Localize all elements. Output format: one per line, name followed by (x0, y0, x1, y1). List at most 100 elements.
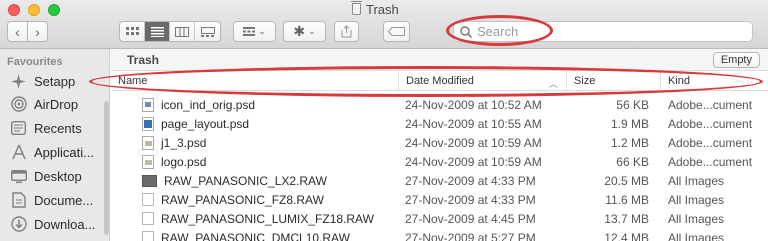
action-menu-button[interactable]: ✱ ⌄ (283, 21, 326, 42)
search-field[interactable] (453, 21, 753, 42)
raw-file-icon (142, 231, 154, 241)
folder-title: Trash (127, 53, 160, 67)
file-name: RAW_PANASONIC_LX2.RAW (164, 173, 327, 188)
file-rows: icon_ind_orig.psd 24-Nov-2009 at 10:52 A… (111, 95, 768, 241)
gear-icon: ✱ (293, 23, 306, 39)
sidebar-item-documents[interactable]: Docume... (10, 190, 108, 210)
minimize-window-button[interactable] (28, 4, 40, 16)
sidebar-item-recents[interactable]: Recents (10, 118, 108, 138)
column-header-label: Date Modified (406, 75, 474, 87)
column-view-icon (175, 26, 189, 37)
list-view-button[interactable] (145, 22, 170, 41)
column-header-size[interactable]: Size (566, 71, 660, 91)
setapp-icon (10, 73, 27, 90)
file-name-cell: RAW_PANASONIC_FZ8.RAW (142, 190, 397, 209)
sort-ascending-icon: ︿ (548, 79, 558, 89)
sidebar-item-setapp[interactable]: Setapp (10, 71, 108, 91)
raw-file-icon (142, 212, 154, 225)
file-size: 11.6 MB (605, 192, 649, 207)
trash-icon (351, 1, 362, 15)
search-icon (460, 25, 472, 38)
column-header-label: Size (574, 75, 596, 87)
column-header-kind[interactable]: Kind (660, 71, 768, 91)
file-row[interactable]: page_layout.psd 24-Nov-2009 at 10:55 AM … (111, 114, 768, 133)
file-name-cell: j1_3.psd (142, 133, 397, 152)
photoshop-file-icon (142, 154, 154, 169)
sidebar-item-label: Applicati... (34, 144, 94, 160)
file-name-cell: page_layout.psd (142, 114, 397, 133)
chevron-down-icon: ⌄ (258, 26, 266, 36)
file-name-cell: RAW_PANASONIC_LUMIX_FZ18.RAW (142, 209, 397, 228)
tag-icon (388, 27, 405, 36)
sidebar-item-applications[interactable]: Applicati... (10, 142, 108, 162)
list-view-icon (150, 26, 164, 37)
share-icon (341, 25, 352, 38)
raw-file-icon (142, 193, 154, 206)
file-list-pane: Trash Empty Name Date Modified ︿ Size Ki… (111, 49, 768, 241)
applications-icon (10, 144, 27, 161)
file-name: icon_ind_orig.psd (161, 97, 256, 112)
search-input[interactable] (477, 24, 717, 39)
file-size: 13.7 MB (604, 211, 649, 226)
column-header-date-modified[interactable]: Date Modified ︿ (398, 71, 566, 91)
tag-button[interactable] (383, 21, 410, 42)
file-kind: All Images (668, 192, 725, 207)
file-row[interactable]: j1_3.psd 24-Nov-2009 at 10:59 AM 1.2 MB … (111, 133, 768, 152)
file-name: j1_3.psd (161, 135, 207, 150)
column-header-row: Name Date Modified ︿ Size Kind (111, 71, 768, 91)
file-name-cell: icon_ind_orig.psd (142, 95, 397, 114)
photoshop-file-icon (142, 116, 154, 131)
documents-icon (10, 192, 27, 209)
desktop-icon (10, 168, 27, 185)
icon-view-button[interactable] (120, 22, 145, 41)
close-window-button[interactable] (8, 4, 20, 16)
sidebar-item-label: Downloa... (34, 216, 96, 232)
forward-button[interactable]: › (27, 21, 48, 42)
file-row[interactable]: RAW_PANASONIC_LX2.RAW 27-Nov-2009 at 4:3… (111, 171, 768, 190)
file-row[interactable]: RAW_PANASONIC_FZ8.RAW 27-Nov-2009 at 4:3… (111, 190, 768, 209)
file-row[interactable]: logo.psd 24-Nov-2009 at 10:59 AM 66 KB A… (111, 152, 768, 171)
column-view-button[interactable] (170, 22, 195, 41)
file-kind: All Images (668, 211, 725, 226)
sidebar-item-desktop[interactable]: Desktop (10, 166, 108, 186)
group-by-button[interactable]: ⌄ (233, 21, 276, 42)
file-name-cell: logo.psd (142, 152, 397, 171)
toolbar: Trash ‹ › ⌄ ✱ ⌄ Search (0, 0, 768, 49)
airdrop-icon (10, 96, 27, 113)
view-mode-switcher (119, 21, 221, 42)
file-kind: Adobe...cument (668, 116, 753, 131)
chevron-left-icon: ‹ (15, 23, 20, 40)
column-header-label: Name (118, 75, 148, 87)
sidebar: Favourites Setapp AirDrop Recents Applic… (0, 49, 110, 241)
file-size: 20.5 MB (604, 173, 649, 188)
file-size: 1.2 MB (610, 135, 649, 150)
file-kind: All Images (668, 173, 725, 188)
share-button[interactable] (334, 21, 359, 42)
file-name: RAW_PANASONIC_FZ8.RAW (161, 192, 324, 207)
sidebar-item-label: Setapp (34, 73, 76, 89)
group-by-icon (243, 27, 256, 36)
empty-trash-button[interactable]: Empty (712, 52, 760, 68)
file-row[interactable]: RAW_PANASONIC_DMCL10.RAW 27-Nov-2009 at … (111, 228, 768, 241)
file-name-cell: RAW_PANASONIC_LX2.RAW (142, 171, 397, 190)
chevron-right-icon: › (35, 23, 40, 40)
file-row[interactable]: RAW_PANASONIC_LUMIX_FZ18.RAW 27-Nov-2009… (111, 209, 768, 228)
sidebar-item-label: Recents (34, 120, 82, 136)
sidebar-scrollbar[interactable] (104, 101, 109, 235)
file-kind: Adobe...cument (668, 135, 753, 150)
file-size: 66 KB (616, 154, 649, 169)
sidebar-item-label: Desktop (34, 168, 82, 184)
column-header-name[interactable]: Name (111, 71, 398, 91)
back-button[interactable]: ‹ (7, 21, 28, 42)
sidebar-item-downloads[interactable]: Downloa... (10, 214, 108, 234)
gallery-view-button[interactable] (195, 22, 220, 41)
recents-icon (10, 120, 27, 137)
zoom-window-button[interactable] (48, 4, 60, 16)
file-name-cell: RAW_PANASONIC_DMCL10.RAW (142, 228, 397, 241)
file-name: logo.psd (161, 154, 207, 169)
chevron-down-icon: ⌄ (308, 26, 316, 36)
folder-header: Trash Empty (111, 49, 768, 71)
file-row[interactable]: icon_ind_orig.psd 24-Nov-2009 at 10:52 A… (111, 95, 768, 114)
file-size: 56 KB (616, 97, 649, 112)
sidebar-item-airdrop[interactable]: AirDrop (10, 94, 108, 114)
